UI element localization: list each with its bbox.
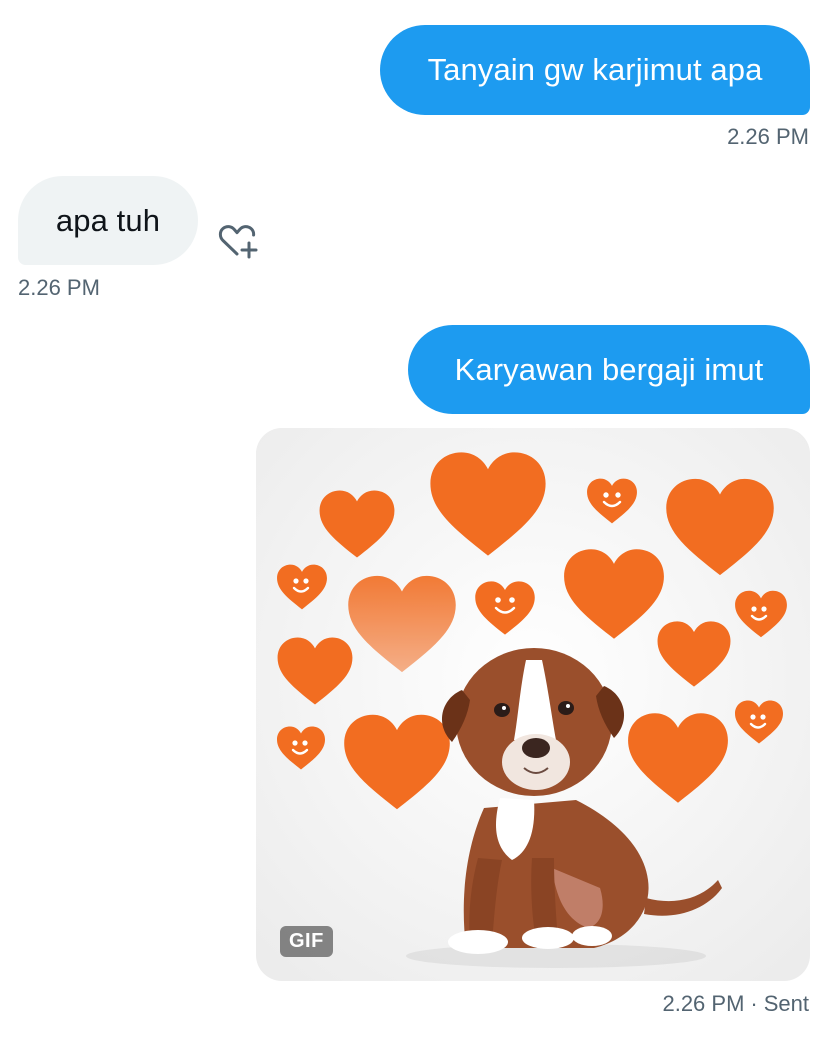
message-text: Karyawan bergaji imut xyxy=(454,351,764,387)
add-reaction-button[interactable] xyxy=(216,219,260,263)
gif-media[interactable]: GIF xyxy=(256,428,810,981)
message-status: Sent xyxy=(763,991,809,1016)
message-bubble-sent[interactable]: Tanyain gw karjimut apa xyxy=(380,25,810,115)
heart-plus-icon xyxy=(218,225,258,259)
message-text: apa tuh xyxy=(55,202,161,238)
message-timestamp: 2.26 PM xyxy=(662,991,745,1016)
status-separator: · xyxy=(750,991,758,1016)
message-bubble-received[interactable]: apa tuh xyxy=(18,176,198,265)
message-timestamp-status: 2.26 PM · Sent xyxy=(662,991,809,1017)
message-timestamp: 2.26 PM xyxy=(727,124,809,149)
gif-badge: GIF xyxy=(280,926,333,957)
puppy-hearts-image xyxy=(256,428,810,981)
message-bubble-sent[interactable]: Karyawan bergaji imut xyxy=(408,325,810,414)
message-text: Tanyain gw karjimut apa xyxy=(427,52,763,87)
message-timestamp: 2.26 PM xyxy=(18,275,100,300)
